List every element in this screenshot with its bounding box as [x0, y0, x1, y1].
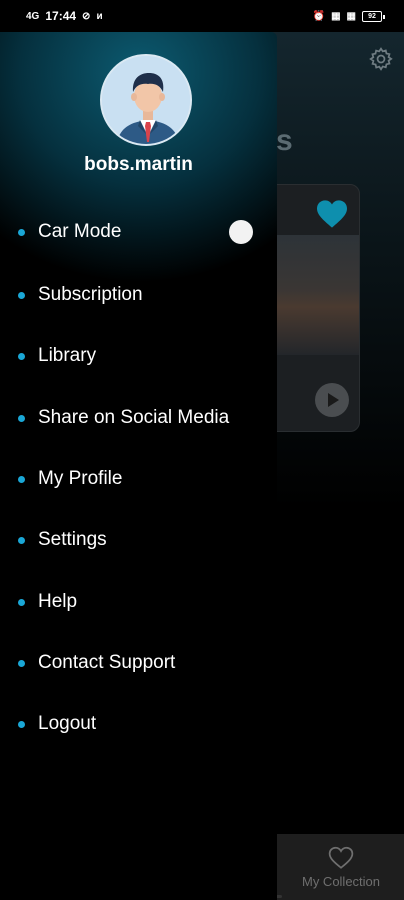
mobile-data-icon: ▦: [346, 10, 356, 22]
bullet-dot: [18, 291, 25, 299]
menu-item-help[interactable]: Help: [0, 582, 277, 622]
menu-item-label: Contact Support: [38, 652, 176, 673]
menu-item-label: Help: [38, 591, 78, 612]
status-bar: 4G 17:44 ⊘ ᴎ ⏰ ▦ ▦ 92: [0, 0, 404, 32]
bullet-dot: [18, 720, 25, 728]
menu-item-label: My Profile: [38, 468, 123, 489]
menu-item-label: Share on Social Media: [38, 407, 230, 428]
wifi-icon: ▦: [331, 10, 341, 22]
bullet-dot: [18, 475, 25, 483]
alarm-icon: ⏰: [312, 10, 326, 22]
heart-icon[interactable]: [315, 199, 349, 229]
username: bobs.martin: [84, 154, 193, 175]
menu-item-subscription[interactable]: Subscription: [0, 275, 277, 315]
play-button[interactable]: [315, 383, 349, 417]
background-heading: s: [276, 124, 293, 157]
navigation-drawer: bobs.martin Car Mode Subscription Librar…: [0, 32, 277, 900]
bullet-dot: [18, 659, 25, 667]
menu-item-share-social[interactable]: Share on Social Media: [0, 398, 277, 438]
bullet-dot: [18, 536, 25, 544]
menu-item-label: Library: [38, 345, 97, 366]
bullet-dot: [18, 414, 25, 422]
menu-item-library[interactable]: Library: [0, 336, 277, 376]
nav-my-collection-label: My Collection: [301, 873, 381, 889]
car-mode-toggle[interactable]: [229, 220, 253, 244]
menu-item-settings[interactable]: Settings: [0, 520, 277, 560]
bullet-dot: [18, 598, 25, 606]
dnd-icon: ⊘: [82, 10, 91, 22]
gear-icon[interactable]: [368, 46, 394, 72]
menu-item-car-mode[interactable]: Car Mode: [0, 212, 277, 252]
menu-item-my-profile[interactable]: My Profile: [0, 459, 277, 499]
heart-outline-icon: [328, 846, 354, 869]
signal-icon: 4G: [26, 10, 40, 22]
battery-icon: 92: [362, 10, 385, 22]
bullet-dot: [18, 228, 25, 236]
nfc-icon: ᴎ: [96, 10, 103, 22]
nav-my-collection[interactable]: My Collection: [278, 834, 404, 900]
status-left: 4G 17:44 ⊘ ᴎ: [26, 9, 103, 23]
avatar[interactable]: [100, 54, 192, 146]
menu-item-label: Settings: [38, 529, 107, 550]
user-avatar-illustration: [102, 56, 190, 144]
drawer-bottom: [0, 834, 277, 900]
status-time: 17:44: [45, 9, 77, 23]
menu-item-label: Logout: [38, 713, 97, 734]
menu-item-logout[interactable]: Logout: [0, 704, 277, 744]
menu-item-contact-support[interactable]: Contact Support: [0, 643, 277, 683]
bullet-dot: [18, 352, 25, 360]
menu-item-label: Subscription: [38, 284, 143, 305]
status-right: ⏰ ▦ ▦ 92: [312, 10, 385, 22]
menu-item-label: Car Mode: [38, 221, 122, 242]
